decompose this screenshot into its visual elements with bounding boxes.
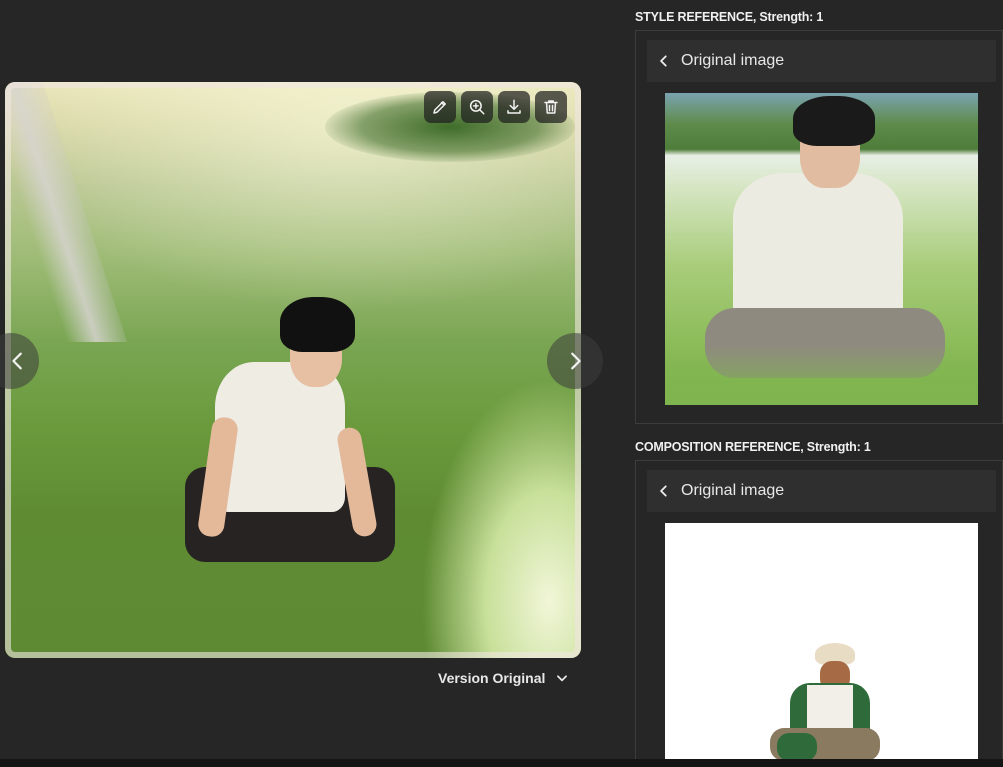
trash-icon (544, 100, 558, 114)
generated-image[interactable] (5, 82, 581, 658)
style-reference-back-button[interactable]: Original image (647, 40, 996, 82)
composition-reference-header-label: Original image (681, 482, 785, 499)
pencil-icon (433, 101, 446, 114)
style-reference-title: STYLE REFERENCE, Strength: 1 (635, 10, 824, 24)
composition-reference-panel: Original image (635, 460, 1003, 761)
chevron-right-icon (571, 352, 581, 370)
chevron-left-icon (12, 352, 22, 370)
chevron-down-icon (557, 675, 568, 682)
download-button[interactable] (498, 91, 530, 123)
composition-reference-back-button[interactable]: Original image (647, 470, 996, 512)
version-selector[interactable]: Version Original (438, 670, 569, 686)
chevron-left-icon (660, 485, 667, 497)
download-icon (507, 99, 521, 114)
edit-button[interactable] (424, 91, 456, 123)
style-reference-image (665, 93, 978, 405)
chevron-left-icon (660, 55, 667, 67)
next-image-button[interactable] (547, 333, 603, 389)
delete-button[interactable] (535, 91, 567, 123)
bottom-bar (0, 759, 1003, 767)
style-reference-header-label: Original image (681, 52, 785, 69)
zoom-button[interactable] (461, 91, 493, 123)
version-label: Version Original (438, 670, 546, 686)
image-frame (5, 82, 581, 658)
style-reference-panel: Original image (635, 30, 1003, 424)
zoom-in-icon (469, 99, 485, 115)
composition-reference-image (665, 523, 978, 761)
composition-reference-title: COMPOSITION REFERENCE, Strength: 1 (635, 440, 871, 454)
image-toolbar (424, 91, 567, 123)
